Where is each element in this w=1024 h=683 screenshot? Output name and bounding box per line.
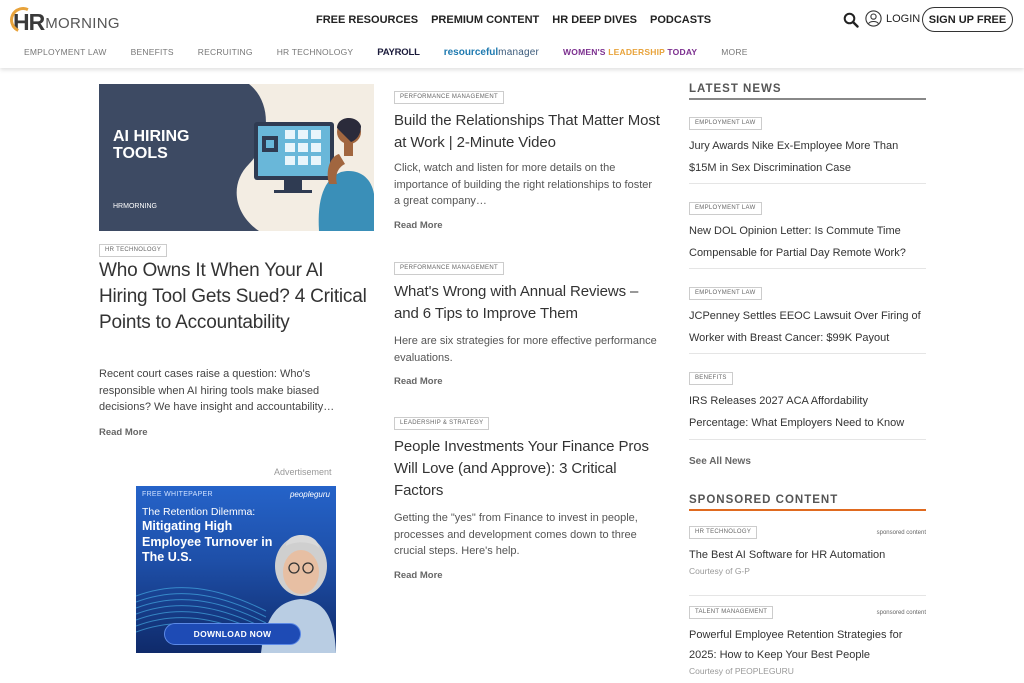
site-logo[interactable]: HR MORNING [6,3,120,37]
news-item: EMPLOYMENT LAW JCPenney Settles EEOC Law… [689,281,926,354]
wlt-part-b: LEADERSHIP [608,47,665,57]
news-tag[interactable]: EMPLOYMENT LAW [689,287,762,300]
article-read-more-link[interactable]: Read More [394,570,660,581]
nav-premium-content[interactable]: PREMIUM CONTENT [431,13,539,27]
advertisement-label: Advertisement [274,467,332,477]
rm-part-a: resourceful [443,46,499,58]
sub-nav: EMPLOYMENT LAW BENEFITS RECRUITING HR TE… [24,46,772,58]
hero-text-line-2: TOOLS [113,145,168,162]
lead-article-image[interactable]: AI HIRING TOOLS HRMORNING [99,84,374,231]
logo-morning-text: MORNING [45,15,120,32]
rm-part-b: manager [498,46,540,58]
sponsored-note: sponsored content [876,609,926,616]
news-item: EMPLOYMENT LAW New DOL Opinion Letter: I… [689,196,926,269]
subnav-benefits[interactable]: BENEFITS [131,47,174,57]
article-tag[interactable]: PERFORMANCE MANAGEMENT [394,91,504,104]
article-title[interactable]: Build the Relationships That Matter Most… [394,110,660,154]
subnav-more[interactable]: MORE [721,47,747,57]
news-tag[interactable]: EMPLOYMENT LAW [689,117,762,130]
ad-headline-1: The Retention Dilemma: [142,506,256,518]
news-title[interactable]: IRS Releases 2027 ACA Affordability Perc… [689,390,926,434]
article-card: LEADERSHIP & STRATEGY People Investments… [394,411,660,581]
article-tag[interactable]: LEADERSHIP & STRATEGY [394,417,490,430]
article-card: PERFORMANCE MANAGEMENT Build the Relatio… [394,85,660,231]
news-tag[interactable]: BENEFITS [689,372,733,385]
article-tag[interactable]: PERFORMANCE MANAGEMENT [394,262,504,275]
subnav-hr-technology[interactable]: HR TECHNOLOGY [277,47,354,57]
ad-brand-logo: peopleguru [289,490,330,499]
subnav-womens-leadership-today[interactable]: WOMEN'S LEADERSHIP TODAY [563,47,697,57]
news-item: EMPLOYMENT LAW Jury Awards Nike Ex-Emplo… [689,111,926,184]
subnav-resourceful-manager[interactable]: resourcefulmanager [444,47,539,58]
user-icon [865,10,882,27]
subnav-payroll[interactable]: PAYROLL [377,47,420,58]
sponsored-courtesy: Courtesy of G-P [689,566,750,576]
lead-category-tag[interactable]: HR TECHNOLOGY [99,238,168,257]
lead-article-title[interactable]: Who Owns It When Your AI Hiring Tool Get… [99,258,369,336]
wlt-part-a: WOMEN'S [563,47,609,57]
news-item: BENEFITS IRS Releases 2027 ACA Affordabi… [689,366,926,440]
article-title[interactable]: What's Wrong with Annual Reviews – and 6… [394,281,660,325]
ad-download-button[interactable]: DOWNLOAD NOW [164,623,301,645]
nav-free-resources[interactable]: FREE RESOURCES [316,13,418,27]
lead-tag-label: HR TECHNOLOGY [99,244,168,257]
lead-article-excerpt: Recent court cases raise a question: Who… [99,368,335,413]
sponsored-title[interactable]: The Best AI Software for HR Automation [689,545,926,565]
lead-read-more-link[interactable]: Read More [99,427,148,438]
ad-eyebrow: FREE WHITEPAPER [142,491,213,498]
article-read-more-link[interactable]: Read More [394,220,660,231]
search-icon[interactable] [843,12,859,28]
sponsored-item-meta: HR TECHNOLOGY sponsored content [689,526,926,539]
sponsored-content-heading: SPONSORED CONTENT [689,494,926,511]
article-title[interactable]: People Investments Your Finance Pros Wil… [394,436,660,502]
sponsored-note: sponsored content [876,529,926,536]
logo-hr-mark: HR [6,3,45,37]
nav-hr-deep-dives[interactable]: HR DEEP DIVES [552,13,637,27]
latest-news-heading: LATEST NEWS [689,83,926,100]
article-card: PERFORMANCE MANAGEMENT What's Wrong with… [394,256,660,387]
article-excerpt: Here are six strategies for more effecti… [394,335,657,364]
sponsored-item: HR TECHNOLOGY sponsored content The Best… [689,526,926,596]
ad-headline-2: Mitigating High Employee Turnover in The… [142,519,273,564]
advertisement-banner[interactable]: FREE WHITEPAPER peopleguru The Retention… [136,486,336,653]
article-read-more-link[interactable]: Read More [394,376,660,387]
news-title[interactable]: New DOL Opinion Letter: Is Commute Time … [689,220,926,264]
nav-podcasts[interactable]: PODCASTS [650,13,711,27]
sponsored-courtesy: Courtesy of PEOPLEGURU [689,666,794,676]
login-label: LOGIN [886,12,921,25]
news-title[interactable]: JCPenney Settles EEOC Lawsuit Over Firin… [689,305,926,349]
news-tag[interactable]: EMPLOYMENT LAW [689,202,762,215]
hero-text-line-1: AI HIRING [113,128,189,145]
article-excerpt: Click, watch and listen for more details… [394,162,653,207]
subnav-employment-law[interactable]: EMPLOYMENT LAW [24,47,107,57]
hero-logo-text: HRMORNING [113,203,157,210]
main-nav: FREE RESOURCES PREMIUM CONTENT HR DEEP D… [316,13,711,27]
article-excerpt: Getting the "yes" from Finance to invest… [394,512,638,557]
sponsored-item: TALENT MANAGEMENT sponsored content Powe… [689,606,926,676]
sponsored-tag[interactable]: TALENT MANAGEMENT [689,606,774,619]
sponsored-title[interactable]: Powerful Employee Retention Strategies f… [689,625,926,665]
wlt-part-c: TODAY [664,47,698,57]
see-all-news-link[interactable]: See All News [689,456,751,467]
sponsored-item-meta: TALENT MANAGEMENT sponsored content [689,606,926,619]
login-link[interactable]: LOGIN [865,10,920,27]
news-title[interactable]: Jury Awards Nike Ex-Employee More Than $… [689,135,926,179]
site-header: HR MORNING FREE RESOURCES PREMIUM CONTEN… [0,0,1024,68]
subnav-recruiting[interactable]: RECRUITING [198,47,253,57]
sign-up-button[interactable]: SIGN UP FREE [922,7,1013,32]
sponsored-tag[interactable]: HR TECHNOLOGY [689,526,758,539]
